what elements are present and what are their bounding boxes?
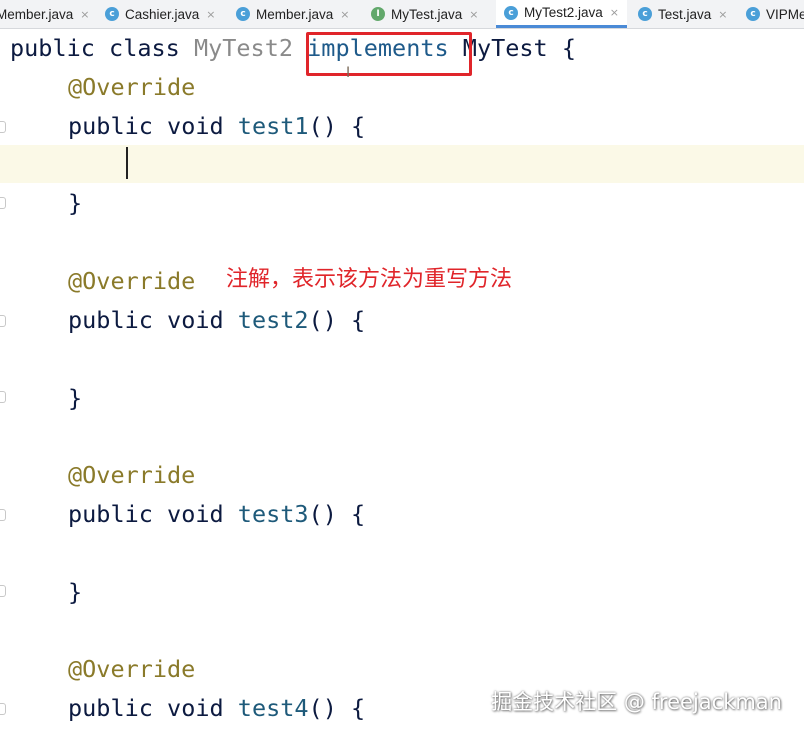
code-line-method-signature[interactable]: public void test4() { <box>68 689 365 727</box>
tab-member-java-2[interactable]: c Member.java × <box>236 0 350 28</box>
code-line-class-declaration[interactable]: public class MyTest2 implements MyTest { <box>10 29 576 67</box>
tab-mytest-java[interactable]: I MyTest.java × <box>371 0 479 28</box>
code-line-close-brace[interactable]: } <box>68 184 82 222</box>
fold-marker-icon[interactable] <box>0 391 6 403</box>
class-icon: c <box>638 7 652 21</box>
tab-label: Test.java <box>658 6 712 22</box>
watermark: 掘金技术社区 @ freejackman <box>491 690 782 714</box>
close-icon[interactable]: × <box>80 8 89 21</box>
class-icon: c <box>746 7 760 21</box>
tab-label: Member.java <box>256 6 334 22</box>
caret-line-highlight <box>0 145 804 183</box>
close-icon[interactable]: × <box>340 8 349 21</box>
implements-highlight-box <box>306 32 472 76</box>
fold-marker-icon[interactable] <box>0 121 6 133</box>
open-brace: { <box>561 34 576 62</box>
fold-marker-icon[interactable] <box>0 197 6 209</box>
annotation-override[interactable]: @Override <box>68 650 195 688</box>
code-line-close-brace[interactable]: } <box>68 379 82 417</box>
class-icon: c <box>236 7 250 21</box>
code-line-method-signature[interactable]: public void test3() { <box>68 495 365 533</box>
fold-marker-icon[interactable] <box>0 315 6 327</box>
class-icon: c <box>504 5 518 20</box>
method-name: test4 <box>237 694 309 722</box>
close-icon[interactable]: × <box>718 8 727 21</box>
method-name: test1 <box>237 112 309 140</box>
ibeam-cursor-icon: I <box>346 65 351 81</box>
tab-label: MyTest2.java <box>524 5 603 20</box>
tab-label: Cashier.java <box>125 6 200 22</box>
annotation-explanation-note: 注解，表示该方法为重写方法 <box>226 267 513 292</box>
tab-label: VIPMe <box>766 6 804 22</box>
fold-marker-icon[interactable] <box>0 509 6 521</box>
annotation-override[interactable]: @Override <box>68 68 195 106</box>
interface-icon: I <box>371 7 385 21</box>
close-icon[interactable]: × <box>206 8 215 21</box>
code-line-close-brace[interactable]: } <box>68 573 82 611</box>
class-icon: c <box>105 7 119 21</box>
tab-mytest2-java[interactable]: c MyTest2.java × <box>496 0 627 28</box>
close-icon[interactable]: × <box>469 8 478 21</box>
fold-marker-icon[interactable] <box>0 585 6 597</box>
tab-label: Member.java <box>0 6 74 22</box>
annotation-override[interactable]: @Override <box>68 262 195 300</box>
editor-tab-bar: Member.java × c Cashier.java × c Member.… <box>0 0 804 29</box>
keyword-public: public <box>10 34 95 62</box>
class-name: MyTest2 <box>193 34 293 62</box>
annotation-override[interactable]: @Override <box>68 456 195 494</box>
tab-cashier-java[interactable]: c Cashier.java × <box>105 0 216 28</box>
text-cursor <box>126 147 128 179</box>
tab-member-java-1[interactable]: Member.java × <box>0 0 90 28</box>
method-name: test3 <box>237 500 309 528</box>
code-line-method-signature[interactable]: public void test2() { <box>68 301 365 339</box>
code-editor[interactable]: public class MyTest2 implements MyTest {… <box>0 29 804 738</box>
interface-name: MyTest <box>462 34 548 62</box>
method-name: test2 <box>237 306 309 334</box>
close-icon[interactable]: × <box>610 6 619 19</box>
keyword-class: class <box>109 34 180 62</box>
tab-label: MyTest.java <box>391 6 463 22</box>
code-line-method-signature[interactable]: public void test1() { <box>68 107 365 145</box>
tab-vipme[interactable]: c VIPMe <box>746 0 804 28</box>
fold-marker-icon[interactable] <box>0 703 6 715</box>
tab-test-java[interactable]: c Test.java × <box>638 0 728 28</box>
